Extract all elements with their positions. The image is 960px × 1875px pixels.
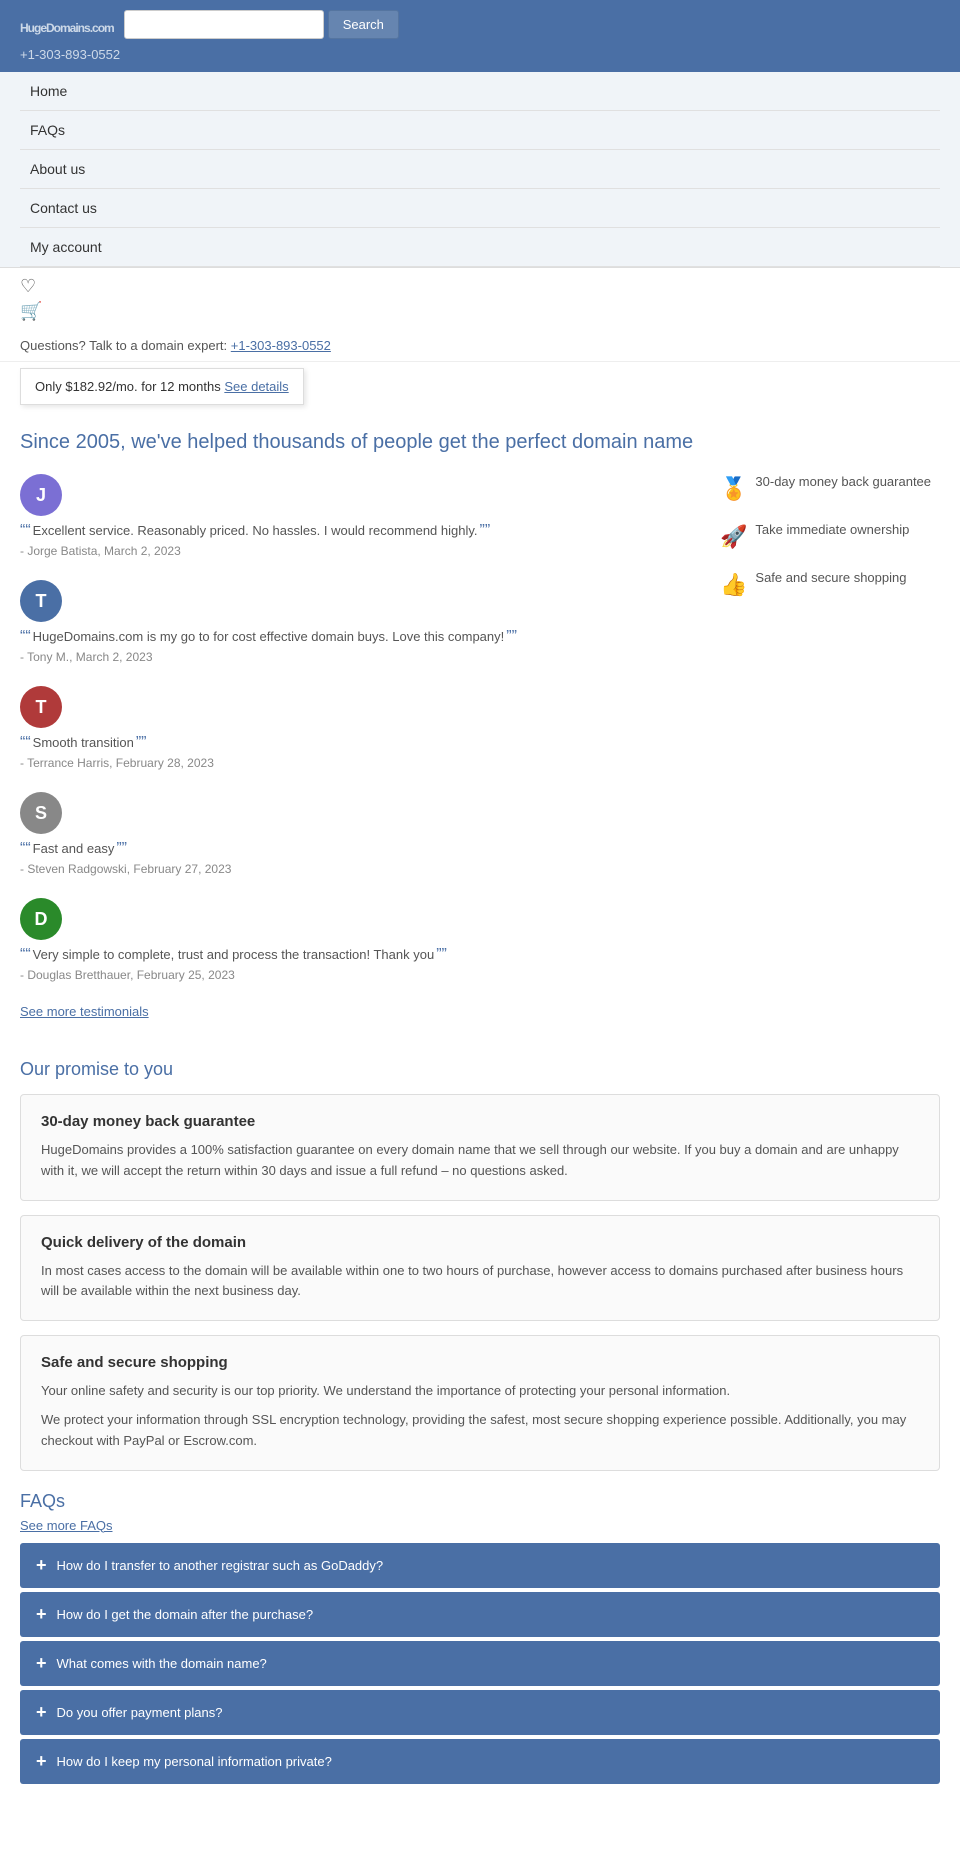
search-form: Search [124, 10, 399, 39]
promise-card-para-3-2: We protect your information through SSL … [41, 1410, 919, 1452]
feature-ownership: 🚀 Take immediate ownership [720, 522, 940, 550]
site-logo: HugeDomains.com [20, 12, 114, 38]
faq-item-4[interactable]: + Do you offer payment plans? [20, 1690, 940, 1735]
logo-text: HugeDomains [20, 21, 90, 35]
tooltip-container: Only $182.92/mo. for 12 months See detai… [0, 362, 960, 411]
testimonial-text-4: Fast and easy [20, 840, 700, 858]
faq-plus-icon-3: + [36, 1653, 47, 1674]
search-input[interactable] [124, 10, 324, 39]
avatar-2: T [20, 580, 62, 622]
faq-plus-icon-2: + [36, 1604, 47, 1625]
secure-icon: 👍 [720, 572, 747, 598]
testimonial-text-2: HugeDomains.com is my go to for cost eff… [20, 628, 700, 646]
search-button[interactable]: Search [328, 10, 399, 39]
feature-secure-text: Safe and secure shopping [755, 570, 906, 585]
nav-link-contact[interactable]: Contact us [20, 189, 940, 227]
money-back-icon: 🏅 [720, 476, 747, 502]
promise-card-text-1: HugeDomains provides a 100% satisfaction… [41, 1140, 919, 1182]
feature-secure: 👍 Safe and secure shopping [720, 570, 940, 598]
avatar-3: T [20, 686, 62, 728]
promise-card-delivery: Quick delivery of the domain In most cas… [20, 1215, 940, 1322]
promise-section: Our promise to you 30-day money back gua… [20, 1059, 940, 1471]
testimonial-author-5: - Douglas Bretthauer, February 25, 2023 [20, 968, 700, 982]
testimonial-5: D Very simple to complete, trust and pro… [20, 898, 700, 982]
site-header: HugeDomains.com Search +1-303-893-0552 [0, 0, 960, 72]
header-phone: +1-303-893-0552 [20, 47, 940, 62]
testimonial-text-3: Smooth transition [20, 734, 700, 752]
tooltip-link[interactable]: See details [224, 379, 288, 394]
testimonial-2: T HugeDomains.com is my go to for cost e… [20, 580, 700, 664]
promise-card-money-back: 30-day money back guarantee HugeDomains … [20, 1094, 940, 1201]
faq-item-3[interactable]: + What comes with the domain name? [20, 1641, 940, 1686]
nav-item-contact[interactable]: Contact us [20, 189, 940, 228]
testimonial-text-5: Very simple to complete, trust and proce… [20, 946, 700, 964]
faq-item-2[interactable]: + How do I get the domain after the purc… [20, 1592, 940, 1637]
promise-card-title-1: 30-day money back guarantee [41, 1113, 919, 1130]
promise-card-text-2: In most cases access to the domain will … [41, 1261, 919, 1303]
nav-item-home[interactable]: Home [20, 72, 940, 111]
tooltip-text: Only $182.92/mo. for 12 months [35, 379, 221, 394]
faq-item-1[interactable]: + How do I transfer to another registrar… [20, 1543, 940, 1588]
questions-phone[interactable]: +1-303-893-0552 [231, 338, 331, 353]
ownership-icon: 🚀 [720, 524, 747, 550]
promise-card-title-2: Quick delivery of the domain [41, 1234, 919, 1251]
see-more-testimonials-link[interactable]: See more testimonials [20, 1004, 700, 1019]
faq-question-5: How do I keep my personal information pr… [57, 1754, 332, 1769]
faqs-section: FAQs See more FAQs + How do I transfer t… [20, 1491, 940, 1784]
questions-bar: Questions? Talk to a domain expert: +1-3… [0, 330, 960, 362]
testimonial-author-2: - Tony M., March 2, 2023 [20, 650, 700, 664]
content-area: 🏅 30-day money back guarantee 🚀 Take imm… [20, 474, 940, 1039]
icon-row: ♡ 🛒 [0, 268, 960, 330]
testimonials-list: J Excellent service. Reasonably priced. … [20, 474, 700, 1039]
see-more-faqs-link[interactable]: See more FAQs [20, 1518, 940, 1533]
faq-question-1: How do I transfer to another registrar s… [57, 1558, 384, 1573]
avatar-4: S [20, 792, 62, 834]
faq-plus-icon-1: + [36, 1555, 47, 1576]
nav-list: Home FAQs About us Contact us My account [0, 72, 960, 267]
feature-money-back: 🏅 30-day money back guarantee [720, 474, 940, 502]
testimonial-author-4: - Steven Radgowski, February 27, 2023 [20, 862, 700, 876]
faq-plus-icon-4: + [36, 1702, 47, 1723]
nav-item-account[interactable]: My account [20, 228, 940, 267]
testimonial-text-1: Excellent service. Reasonably priced. No… [20, 522, 700, 540]
testimonial-author-3: - Terrance Harris, February 28, 2023 [20, 756, 700, 770]
faq-question-4: Do you offer payment plans? [57, 1705, 223, 1720]
nav-link-faqs[interactable]: FAQs [20, 111, 940, 149]
faqs-heading: FAQs [20, 1491, 940, 1512]
feature-money-back-text: 30-day money back guarantee [755, 474, 931, 489]
feature-ownership-text: Take immediate ownership [755, 522, 909, 537]
main-nav: Home FAQs About us Contact us My account [0, 72, 960, 268]
since-heading: Since 2005, we've helped thousands of pe… [20, 431, 940, 454]
promise-card-title-3: Safe and secure shopping [41, 1354, 919, 1371]
faq-question-2: How do I get the domain after the purcha… [57, 1607, 314, 1622]
testimonial-3: T Smooth transition - Terrance Harris, F… [20, 686, 700, 770]
testimonial-author-1: - Jorge Batista, March 2, 2023 [20, 544, 700, 558]
avatar-5: D [20, 898, 62, 940]
nav-link-account[interactable]: My account [20, 228, 940, 266]
promise-heading: Our promise to you [20, 1059, 940, 1080]
promise-card-secure: Safe and secure shopping Your online saf… [20, 1335, 940, 1470]
nav-item-about[interactable]: About us [20, 150, 940, 189]
nav-link-about[interactable]: About us [20, 150, 940, 188]
cart-icon[interactable]: 🛒 [20, 301, 940, 322]
logo-suffix: .com [90, 21, 114, 35]
faq-item-5[interactable]: + How do I keep my personal information … [20, 1739, 940, 1784]
main-content: Since 2005, we've helped thousands of pe… [0, 411, 960, 1824]
questions-text: Questions? Talk to a domain expert: [20, 338, 227, 353]
tooltip-box: Only $182.92/mo. for 12 months See detai… [20, 368, 304, 405]
faq-question-3: What comes with the domain name? [57, 1656, 267, 1671]
faq-plus-icon-5: + [36, 1751, 47, 1772]
avatar-1: J [20, 474, 62, 516]
nav-link-home[interactable]: Home [20, 72, 940, 110]
promise-card-para-3-1: Your online safety and security is our t… [41, 1381, 919, 1402]
wishlist-icon[interactable]: ♡ [20, 276, 940, 297]
testimonial-4: S Fast and easy - Steven Radgowski, Febr… [20, 792, 700, 876]
testimonial-1: J Excellent service. Reasonably priced. … [20, 474, 700, 558]
features-col: 🏅 30-day money back guarantee 🚀 Take imm… [720, 474, 940, 618]
nav-item-faqs[interactable]: FAQs [20, 111, 940, 150]
